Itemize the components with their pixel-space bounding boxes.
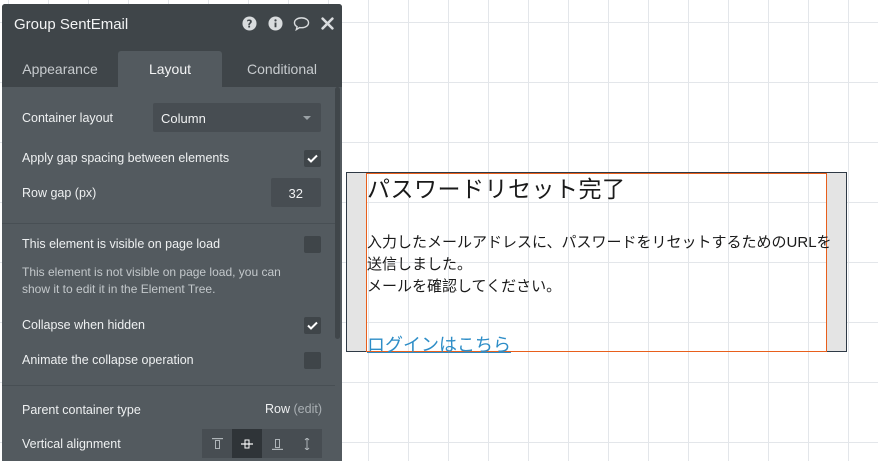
row-gap-input[interactable]: 32: [271, 178, 321, 207]
section-divider: [2, 223, 335, 224]
animate-collapse-checkbox[interactable]: [304, 352, 321, 369]
property-editor-panel: Group SentEmail ? Appearance Layout Cond…: [2, 4, 342, 461]
panel-header[interactable]: Group SentEmail ?: [2, 4, 342, 45]
container-layout-label: Container layout: [22, 111, 114, 125]
tab-layout[interactable]: Layout: [118, 51, 222, 87]
tab-appearance[interactable]: Appearance: [2, 51, 118, 87]
container-layout-value: Column: [161, 111, 206, 126]
visible-on-load-checkbox[interactable]: [304, 236, 321, 253]
panel-header-icons: ?: [241, 15, 336, 32]
parent-container-label: Parent container type: [22, 403, 141, 417]
align-top-button[interactable]: [202, 429, 232, 458]
align-center-button[interactable]: [232, 429, 262, 458]
section-divider: [2, 385, 335, 386]
message-line: 入力したメールアドレスに、パスワードをリセットするためのURLを: [367, 234, 832, 251]
checkmark-icon: [307, 321, 318, 330]
gap-spacing-checkbox[interactable]: [304, 150, 321, 167]
collapse-hidden-label: Collapse when hidden: [22, 318, 146, 332]
login-link[interactable]: ログインはこちら: [367, 331, 511, 357]
align-stretch-icon: [304, 437, 310, 450]
reset-complete-heading[interactable]: パスワードリセット完了: [367, 170, 626, 204]
panel-tabs: Appearance Layout Conditional: [2, 45, 342, 87]
checkmark-icon: [307, 154, 318, 163]
align-top-icon: [211, 437, 223, 449]
tab-conditional[interactable]: Conditional: [222, 51, 342, 87]
layout-settings: Container layout Column Apply gap spacin…: [2, 87, 342, 461]
panel-title: Group SentEmail: [14, 16, 129, 33]
container-layout-dropdown[interactable]: Column: [153, 103, 321, 132]
close-icon[interactable]: [319, 15, 336, 32]
message-line: メールを確認してください。: [367, 278, 562, 295]
collapse-hidden-checkbox[interactable]: [304, 317, 321, 334]
reset-message-text[interactable]: 入力したメールアドレスに、パスワードをリセットするためのURLを 送信しました。…: [367, 232, 867, 298]
comment-icon[interactable]: [293, 15, 310, 32]
align-stretch-button[interactable]: [292, 429, 322, 458]
svg-text:?: ?: [247, 18, 253, 30]
row-gap-label: Row gap (px): [22, 186, 97, 200]
vertical-alignment-control: [202, 429, 322, 458]
parent-container-edit-link[interactable]: (edit): [294, 402, 322, 416]
info-icon[interactable]: [267, 15, 284, 32]
parent-container-value[interactable]: Row (edit): [265, 402, 322, 416]
align-center-icon: [241, 439, 253, 448]
message-line: 送信しました。: [367, 256, 473, 273]
help-icon[interactable]: ?: [241, 15, 258, 32]
align-bottom-icon: [271, 438, 283, 450]
panel-scrollbar[interactable]: [335, 87, 340, 339]
animate-collapse-label: Animate the collapse operation: [22, 353, 194, 367]
gap-spacing-label: Apply gap spacing between elements: [22, 151, 230, 165]
visible-on-load-label: This element is visible on page load: [22, 237, 221, 251]
vertical-alignment-label: Vertical alignment: [22, 437, 121, 451]
align-bottom-button[interactable]: [262, 429, 292, 458]
parent-container-type: Row: [265, 402, 291, 416]
row-gap-value: 32: [288, 186, 303, 201]
chevron-down-icon: [303, 116, 311, 120]
visibility-hint: This element is not visible on page load…: [22, 265, 281, 296]
